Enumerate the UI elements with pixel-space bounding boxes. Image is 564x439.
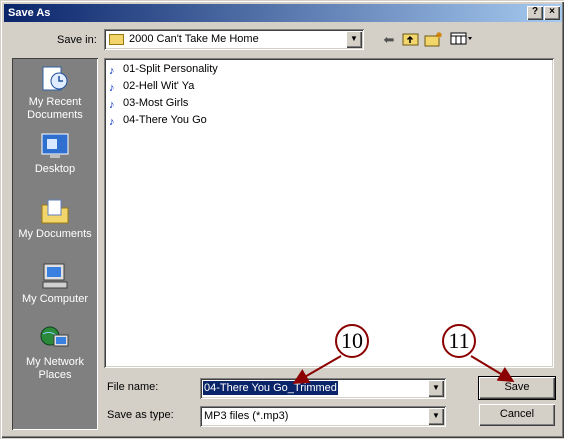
callout-11: 11 [442,324,476,358]
save-as-dialog: Save As ? × Save in: 2000 Can't Take Me … [0,0,564,438]
callout-arrows [292,355,515,385]
callout-11-arrow [470,355,515,383]
callout-10: 10 [335,324,369,358]
callout-10-arrow [292,355,342,385]
